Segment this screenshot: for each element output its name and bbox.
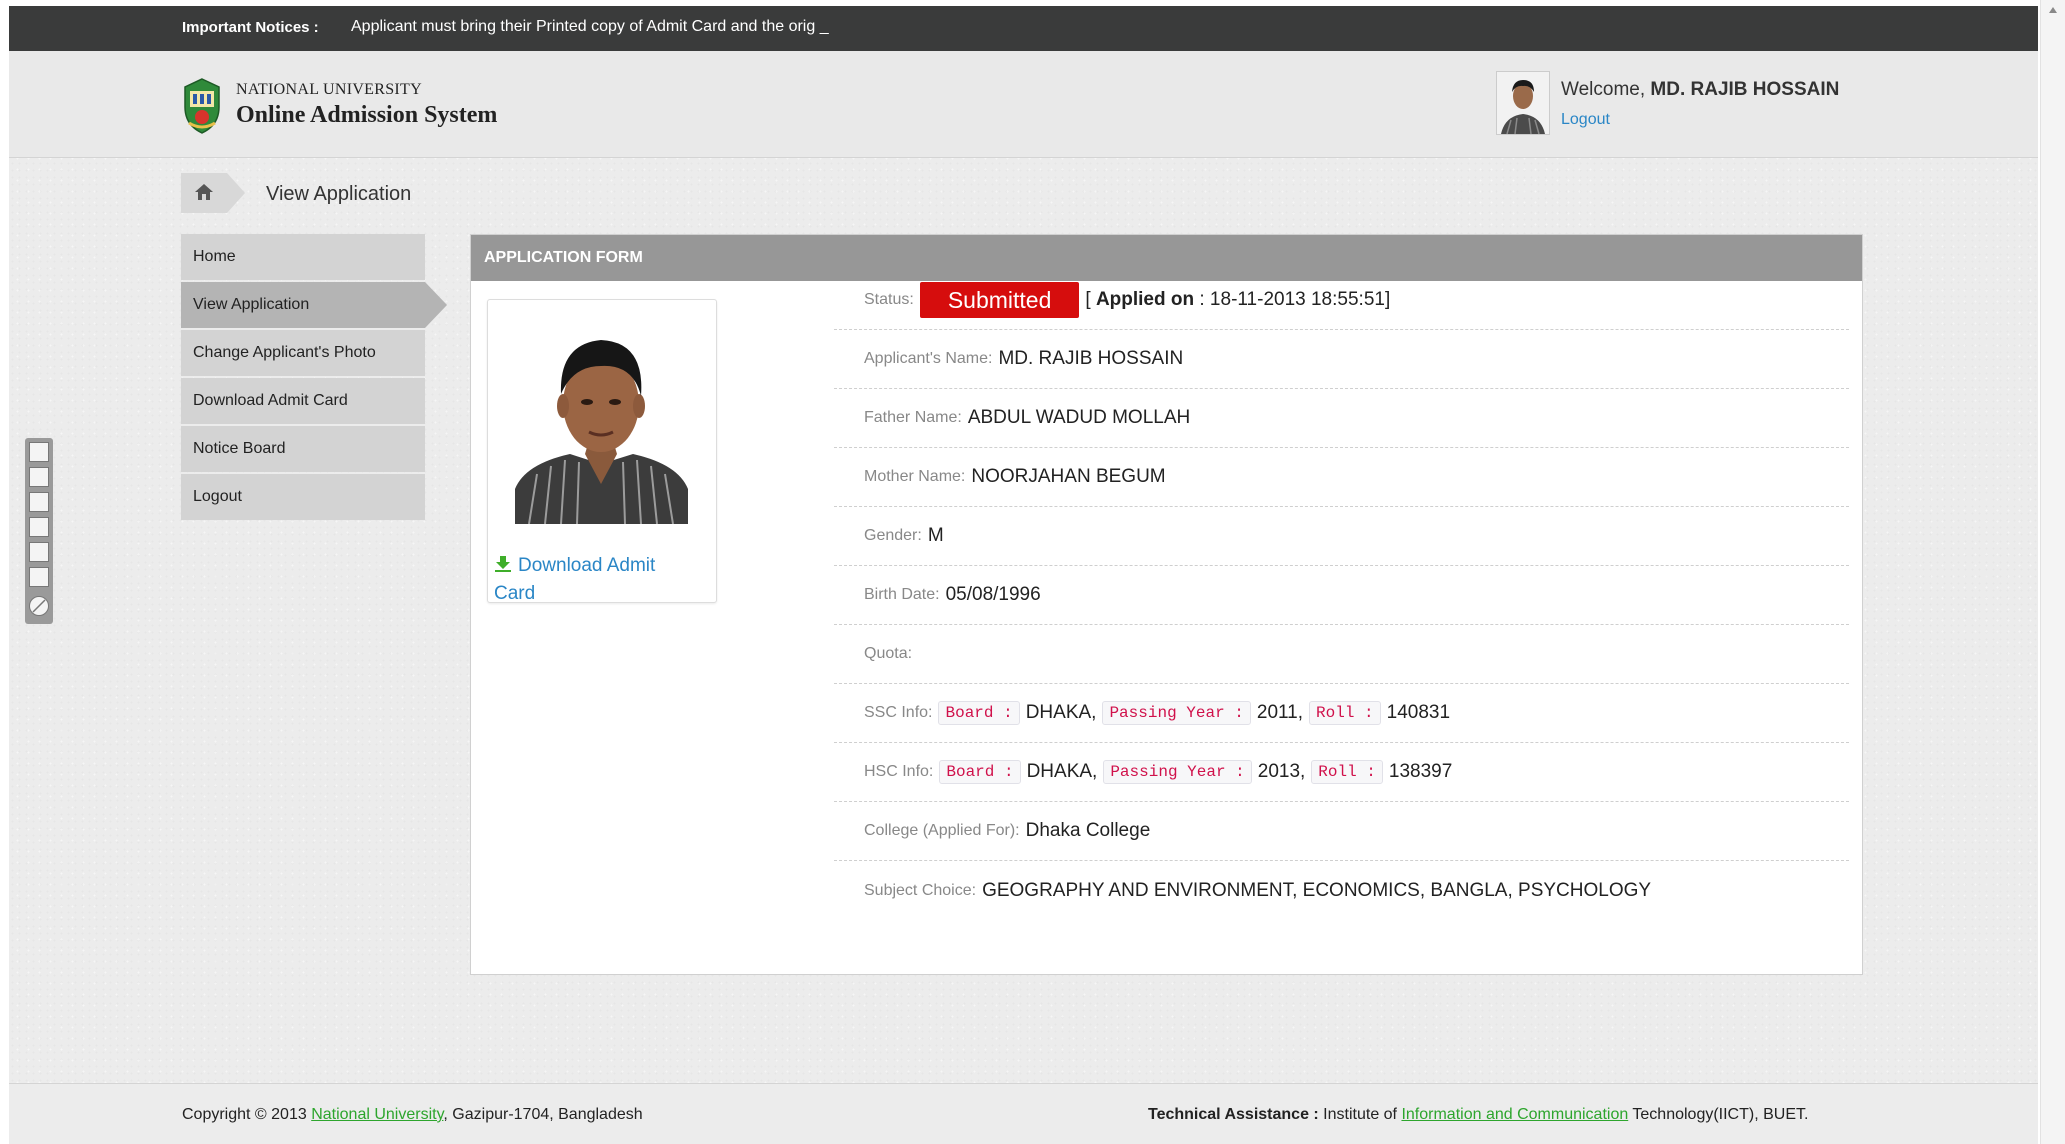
brand-system-title[interactable]: Online Admission System: [236, 102, 497, 129]
subject-choice-label: Subject Choice:: [864, 881, 977, 899]
applicant-photo: [515, 314, 688, 525]
application-details: Status: Submitted [ Applied on : 18-11-2…: [834, 271, 1849, 920]
father-name-value: ABDUL WADUD MOLLAH: [967, 407, 1191, 428]
quota-row: Quota:: [834, 625, 1849, 684]
applied-on-value: : 18-11-2013 18:55:51]: [1199, 289, 1391, 310]
college-value: Dhaka College: [1025, 820, 1151, 841]
vertical-scrollbar[interactable]: [2040, 0, 2065, 1144]
ssc-info-label: SSC Info:: [864, 704, 933, 721]
hsc-year-value: 2013,: [1257, 761, 1306, 782]
birth-date-value: 05/08/1996: [945, 584, 1041, 605]
university-logo[interactable]: [181, 77, 223, 135]
floating-side-toolbar: [25, 438, 53, 624]
hsc-info-label: HSC Info:: [864, 763, 934, 780]
applicant-photo-card: Download Admit Card: [487, 299, 717, 604]
ssc-info-row: SSC Info: Board : DHAKA, Passing Year : …: [834, 684, 1849, 743]
hsc-board-value: DHAKA,: [1026, 761, 1098, 782]
hsc-roll-value: 138397: [1388, 761, 1453, 782]
hsc-board-tag: Board :: [939, 760, 1021, 784]
tech-prefix: Institute of: [1318, 1106, 1402, 1123]
sidebar-menu: Home View Application Change Applicant's…: [181, 234, 447, 522]
footer-copyright: Copyright © 2013 National University, Ga…: [182, 1106, 643, 1124]
welcome-user-name: MD. RAJIB HOSSAIN: [1650, 79, 1840, 100]
college-label: College (Applied For):: [864, 822, 1020, 839]
iict-link[interactable]: Information and Communication: [1401, 1106, 1628, 1123]
tech-assistance-label: Technical Assistance :: [1148, 1106, 1319, 1123]
gender-value: M: [927, 525, 944, 546]
birth-date-row: Birth Date: 05/08/1996: [834, 566, 1849, 625]
college-row: College (Applied For): Dhaka College: [834, 802, 1849, 861]
welcome-prefix: Welcome,: [1561, 79, 1651, 100]
toolbar-slot-4[interactable]: [29, 517, 49, 537]
header-logout-link[interactable]: Logout: [1561, 111, 1610, 129]
applicant-name-label: Applicant's Name:: [864, 350, 993, 367]
toolbar-slot-5[interactable]: [29, 542, 49, 562]
ssc-board-tag: Board :: [938, 701, 1020, 725]
ssc-roll-value: 140831: [1386, 702, 1451, 723]
welcome-message: Welcome, MD. RAJIB HOSSAIN: [1561, 79, 1839, 101]
gender-label: Gender:: [864, 527, 922, 544]
mother-name-label: Mother Name:: [864, 468, 966, 485]
sidebar-item-view-application[interactable]: View Application: [181, 282, 447, 328]
applicant-name-row: Applicant's Name: MD. RAJIB HOSSAIN: [834, 330, 1849, 389]
home-icon: [195, 184, 213, 200]
subject-choice-value: GEOGRAPHY AND ENVIRONMENT, ECONOMICS, BA…: [982, 879, 1652, 901]
status-label: Status:: [864, 291, 914, 308]
birth-date-label: Birth Date:: [864, 586, 940, 603]
download-admit-card-label: Download Admit Card: [494, 555, 656, 604]
breadcrumb-home[interactable]: [181, 173, 245, 213]
gender-row: Gender: M: [834, 507, 1849, 566]
brand-university-name: NATIONAL UNIVERSITY: [236, 81, 422, 98]
block-icon[interactable]: [29, 596, 49, 616]
copyright-suffix: , Gazipur-1704, Bangladesh: [443, 1106, 643, 1123]
toolbar-slot-2[interactable]: [29, 467, 49, 487]
hsc-info-row: HSC Info: Board : DHAKA, Passing Year : …: [834, 743, 1849, 802]
status-row: Status: Submitted [ Applied on : 18-11-2…: [834, 271, 1849, 330]
browser-viewport: Important Notices : Applicant must bring…: [9, 6, 2038, 1144]
applied-on-label: Applied on: [1095, 289, 1195, 310]
sidebar-item-download-admit-card[interactable]: Download Admit Card: [181, 378, 425, 424]
ssc-board-value: DHAKA,: [1025, 702, 1097, 723]
toolbar-slot-1[interactable]: [29, 442, 49, 462]
ssc-roll-tag: Roll :: [1309, 701, 1381, 725]
notice-marquee-text: Applicant must bring their Printed copy …: [351, 18, 829, 35]
notice-bar: Important Notices : Applicant must bring…: [9, 6, 2038, 51]
applicant-name-value: MD. RAJIB HOSSAIN: [998, 348, 1184, 369]
hsc-roll-tag: Roll :: [1311, 760, 1383, 784]
site-footer: Copyright © 2013 National University, Ga…: [9, 1083, 2038, 1144]
application-form-panel: APPLICATION FORM Download Admit Card Sta…: [470, 234, 1863, 975]
status-badge: Submitted: [919, 282, 1080, 318]
sidebar-item-logout[interactable]: Logout: [181, 474, 425, 520]
hsc-year-tag: Passing Year :: [1103, 760, 1252, 784]
applied-on-bracket: [: [1085, 289, 1091, 310]
download-admit-card-link[interactable]: Download Admit Card: [494, 552, 694, 608]
site-header: NATIONAL UNIVERSITY Online Admission Sys…: [9, 51, 2038, 158]
footer-technical-assistance: Technical Assistance : Institute of Info…: [1148, 1106, 1808, 1124]
subject-choice-row: Subject Choice: GEOGRAPHY AND ENVIRONMEN…: [834, 861, 1849, 920]
notice-label: Important Notices :: [182, 19, 319, 36]
sidebar-item-notice-board[interactable]: Notice Board: [181, 426, 425, 472]
toolbar-slot-6[interactable]: [29, 567, 49, 587]
sidebar-item-change-photo[interactable]: Change Applicant's Photo: [181, 330, 425, 376]
toolbar-slot-3[interactable]: [29, 492, 49, 512]
tech-suffix: Technology(IICT), BUET.: [1628, 1106, 1809, 1123]
copyright-prefix: Copyright © 2013: [182, 1106, 312, 1123]
quota-label: Quota:: [864, 645, 913, 662]
sidebar-item-home[interactable]: Home: [181, 234, 425, 280]
mother-name-row: Mother Name: NOORJAHAN BEGUM: [834, 448, 1849, 507]
mother-name-value: NOORJAHAN BEGUM: [971, 466, 1166, 487]
father-name-row: Father Name: ABDUL WADUD MOLLAH: [834, 389, 1849, 448]
user-avatar: [1496, 71, 1550, 135]
download-icon: [495, 556, 511, 572]
breadcrumb-current: View Application: [266, 183, 412, 205]
scroll-up-arrow-icon[interactable]: [2048, 6, 2058, 14]
ssc-year-value: 2011,: [1256, 702, 1304, 723]
national-university-link[interactable]: National University: [311, 1106, 443, 1123]
father-name-label: Father Name:: [864, 409, 962, 426]
ssc-year-tag: Passing Year :: [1102, 701, 1251, 725]
